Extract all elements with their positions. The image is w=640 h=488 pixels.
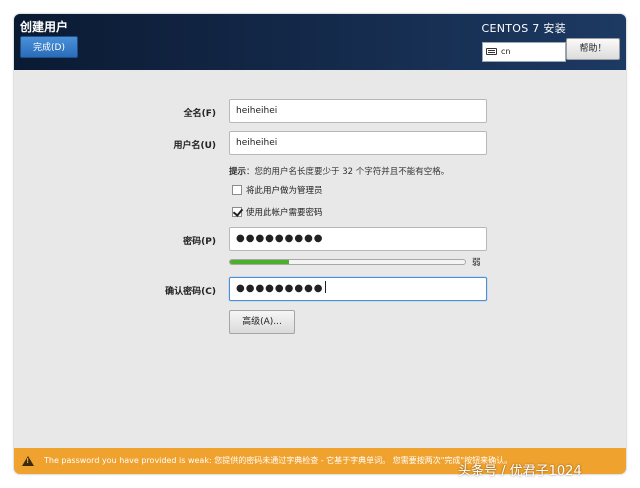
watermark: 头条号 / 优君子1024 <box>458 464 582 479</box>
confirm-password-value: ●●●●●●●●● <box>236 283 324 294</box>
hint-text: ：您的用户名长度要少于 32 个字符并且不能有空格。 <box>246 167 450 177</box>
hint-prefix: 提示 <box>229 167 247 177</box>
password-input[interactable]: ●●●●●●●●● <box>229 227 487 251</box>
create-user-form: 全名(F) heiheihei 用户名(U) heiheihei 提示：您的用户… <box>14 70 626 448</box>
require-password-checkbox-row[interactable]: 使用此帐户需要密码 <box>232 206 323 218</box>
text-caret <box>324 281 326 293</box>
password-value: ●●●●●●●●● <box>236 233 324 244</box>
keyboard-icon <box>486 48 497 55</box>
username-hint: 提示：您的用户名长度要少于 32 个字符并且不能有空格。 <box>229 165 449 177</box>
password-strength-label: 弱 <box>472 258 481 268</box>
installer-window: 创建用户 完成(D) CENTOS 7 安装 cn 帮助！ 全名(F) heih… <box>14 14 626 474</box>
advanced-button[interactable]: 高级(A)... <box>229 310 295 334</box>
username-label: 用户名(U) <box>173 141 216 151</box>
admin-checkbox-row[interactable]: 将此用户做为管理员 <box>232 184 323 196</box>
admin-checkbox[interactable] <box>232 185 242 195</box>
warning-icon <box>22 456 34 466</box>
confirm-password-label: 确认密码(C) <box>165 287 216 297</box>
done-button[interactable]: 完成(D) <box>20 36 78 58</box>
password-strength-fill <box>230 260 289 264</box>
confirm-password-input[interactable]: ●●●●●●●●● <box>229 277 487 301</box>
keyboard-layout-label: cn <box>501 47 511 56</box>
full-name-label: 全名(F) <box>183 109 216 119</box>
admin-checkbox-label: 将此用户做为管理员 <box>246 186 323 196</box>
require-password-checkbox-label: 使用此帐户需要密码 <box>246 208 323 218</box>
password-label: 密码(P) <box>183 237 216 247</box>
keyboard-layout-indicator[interactable]: cn <box>482 42 566 62</box>
help-button[interactable]: 帮助！ <box>566 38 620 60</box>
header-bar: 创建用户 完成(D) CENTOS 7 安装 cn 帮助！ <box>14 14 626 70</box>
username-input[interactable]: heiheihei <box>229 131 487 155</box>
full-name-input[interactable]: heiheihei <box>229 99 487 123</box>
require-password-checkbox[interactable] <box>232 207 242 217</box>
page-title: 创建用户 <box>20 20 69 34</box>
product-title: CENTOS 7 安装 <box>481 22 566 35</box>
password-strength-bar <box>229 259 466 265</box>
